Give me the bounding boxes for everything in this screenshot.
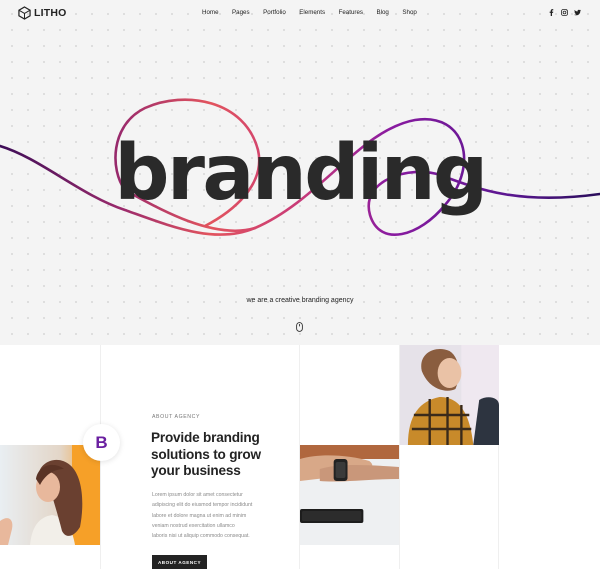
- nav-link-elements[interactable]: Elements: [299, 9, 325, 17]
- nav-link-blog[interactable]: Blog: [376, 9, 388, 17]
- section-heading: Provide branding solutions to grow your …: [151, 430, 261, 478]
- body-line: veniam nostrud exercitation ullamco: [152, 522, 235, 529]
- hero-headline: branding: [114, 129, 488, 218]
- hero-section: LITHO Home Pages Portfolio Elements Feat…: [0, 0, 600, 345]
- body-line: adipiscing elit do eiusmod tempor incidi…: [152, 502, 253, 509]
- photo-smartwatch-desk: [300, 445, 399, 545]
- logo-icon: [18, 6, 31, 20]
- brand-logo[interactable]: LITHO: [18, 6, 67, 20]
- hero-tagline: we are a creative branding agency: [246, 297, 354, 304]
- top-navbar: LITHO Home Pages Portfolio Elements Feat…: [0, 0, 600, 26]
- nav-link-pages[interactable]: Pages: [232, 9, 250, 17]
- nav-link-shop[interactable]: Shop: [402, 9, 416, 17]
- brand-name: LITHO: [34, 7, 67, 19]
- section-body: Lorem ipsum dolor sit amet consectetur a…: [152, 490, 262, 541]
- instagram-icon[interactable]: [560, 8, 568, 17]
- twitter-icon[interactable]: [573, 8, 581, 17]
- main-menu: Home Pages Portfolio Elements Features B…: [202, 9, 430, 17]
- photo-woman-laughing: [0, 445, 100, 545]
- body-line: laboris nisi ut aliquip commodo consequa…: [152, 533, 250, 540]
- social-links: [547, 8, 581, 17]
- about-agency-button[interactable]: ABOUT AGENCY: [152, 555, 207, 569]
- photo-woman-plaid: [400, 345, 499, 445]
- about-section: B ABOUT AGENCY Provide branding solution…: [0, 345, 600, 569]
- body-line: labore et dolore magna ut enim ad minim: [152, 512, 247, 519]
- facebook-icon[interactable]: [547, 8, 555, 17]
- nav-link-features[interactable]: Features: [339, 9, 363, 17]
- nav-link-portfolio[interactable]: Portfolio: [263, 9, 286, 17]
- nav-link-home[interactable]: Home: [202, 9, 219, 17]
- body-line: Lorem ipsum dolor sit amet consectetur: [152, 492, 243, 498]
- mouse-scroll-icon[interactable]: [296, 322, 303, 332]
- brand-badge: B: [83, 424, 120, 461]
- section-eyebrow: ABOUT AGENCY: [152, 414, 201, 420]
